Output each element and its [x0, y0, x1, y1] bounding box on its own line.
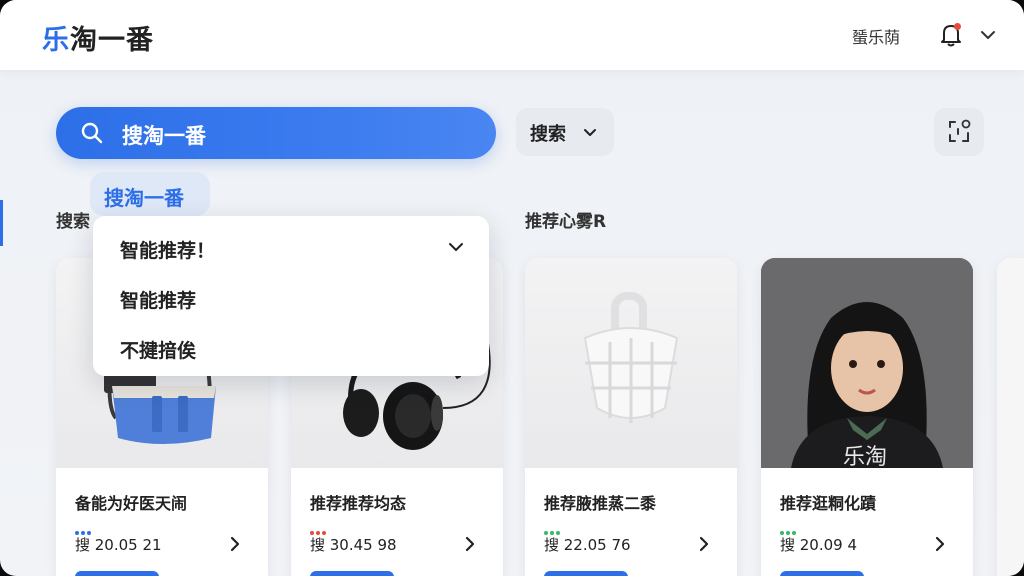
chevron-right-icon[interactable] — [226, 535, 244, 553]
product-price: 搜 20.09 4 — [780, 536, 858, 554]
notification-dot — [954, 23, 961, 30]
product-price: 搜 22.05 76 — [544, 536, 631, 554]
product-price: 搜 20.05 21 — [75, 536, 162, 554]
dropdown-option-selected[interactable]: 智能推荐！ — [120, 236, 215, 263]
search-suggestion-label: 搜淘一番 — [104, 186, 184, 210]
product-name: 推荐逛粡化蹟 — [780, 494, 877, 513]
svg-text:乐淘: 乐淘 — [843, 445, 887, 468]
product-image-mask — [525, 258, 737, 468]
chevron-down-icon[interactable] — [979, 27, 997, 43]
app-window: 乐淘一番 蜑乐荫 搜淘一番 搜索 搜淘一番 搜索 推荐心雾R 备能为好医天闹 搜… — [0, 0, 1024, 576]
logo-accent: 乐 — [42, 25, 70, 56]
chevron-down-icon — [582, 125, 598, 139]
search-button-label: 搜索 — [530, 124, 566, 145]
chevron-right-icon[interactable] — [461, 535, 479, 553]
chevron-down-icon[interactable] — [447, 239, 465, 253]
product-card[interactable]: 推荐腋推蒸二黍 搜 22.05 76 — [525, 258, 737, 576]
product-card[interactable]: 乐淘 推荐逛粡化蹟 搜 20.09 4 — [761, 258, 973, 576]
section-title-search: 搜索 — [56, 212, 90, 232]
product-image-portrait: 乐淘 — [761, 258, 973, 470]
dropdown-option[interactable]: 智能推荐 — [120, 286, 196, 313]
logo-text: 淘一番 — [70, 25, 154, 56]
search-input[interactable]: 搜淘一番 — [56, 107, 496, 159]
search-button[interactable]: 搜索 — [516, 108, 614, 156]
app-logo[interactable]: 乐淘一番 — [42, 18, 154, 57]
search-icon — [80, 121, 104, 145]
add-to-cart-button[interactable] — [310, 571, 394, 576]
user-name[interactable]: 蜑乐荫 — [852, 24, 900, 48]
dropdown-option[interactable]: 不揵揞俟 — [120, 336, 196, 363]
search-suggestion-chip[interactable]: 搜淘一番 — [90, 172, 210, 216]
scan-button[interactable] — [934, 108, 984, 156]
product-name: 备能为好医天闹 — [75, 494, 188, 513]
search-query: 搜淘一番 — [122, 124, 206, 148]
product-name: 推荐腋推蒸二黍 — [544, 494, 657, 513]
scan-icon — [949, 119, 971, 142]
section-title-recommend: 推荐心雾R — [525, 212, 607, 232]
top-bar: 乐淘一番 蜑乐荫 — [0, 0, 1024, 70]
product-card-partial[interactable] — [997, 258, 1024, 576]
product-price: 搜 30.45 98 — [310, 536, 397, 554]
notification-bell-icon[interactable] — [939, 22, 963, 48]
scroll-indicator — [0, 200, 3, 246]
chevron-right-icon[interactable] — [695, 535, 713, 553]
add-to-cart-button[interactable] — [780, 571, 864, 576]
sort-dropdown-menu: 智能推荐！ 智能推荐 不揵揞俟 — [93, 216, 489, 376]
add-to-cart-button[interactable] — [75, 571, 159, 576]
chevron-right-icon[interactable] — [931, 535, 949, 553]
add-to-cart-button[interactable] — [544, 571, 628, 576]
product-name: 推荐推荐均态 — [310, 494, 407, 513]
